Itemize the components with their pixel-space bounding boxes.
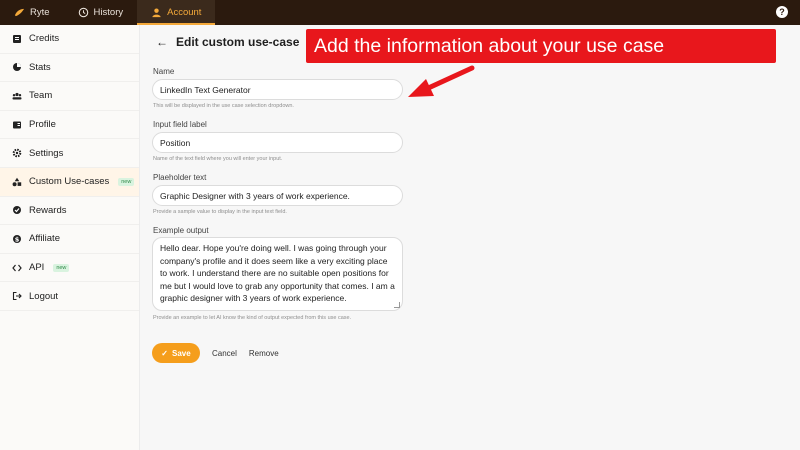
tab-account-label: Account	[167, 7, 202, 18]
sidebar-item-custom-use-cases[interactable]: Custom Use-cases new	[0, 167, 139, 197]
dollar-icon: $	[12, 234, 22, 244]
name-hint: This will be displayed in the use case s…	[153, 103, 294, 109]
resize-handle[interactable]	[394, 302, 400, 308]
rewards-icon	[12, 205, 22, 215]
tab-ryte-label: Ryte	[30, 7, 50, 18]
sidebar-item-label: API	[29, 262, 45, 274]
example-output-text: Hello dear. Hope you're doing well. I wa…	[160, 243, 395, 303]
tab-ryte[interactable]: Ryte	[0, 0, 64, 25]
svg-text:$: $	[15, 235, 20, 243]
sidebar-item-affiliate[interactable]: $ Affiliate	[0, 225, 139, 254]
new-badge: new	[53, 263, 70, 272]
profile-icon	[12, 120, 22, 130]
sidebar-item-rewards[interactable]: Rewards	[0, 197, 139, 226]
sidebar-item-stats[interactable]: Stats	[0, 54, 139, 83]
sidebar-item-label: Profile	[29, 119, 56, 131]
logout-icon	[12, 291, 22, 301]
tab-account[interactable]: Account	[137, 0, 216, 25]
credits-icon	[12, 34, 22, 44]
save-button-label: Save	[172, 348, 191, 358]
annotation-callout: Add the information about your use case	[306, 29, 776, 63]
gear-icon	[12, 148, 22, 158]
sidebar-item-profile[interactable]: Profile	[0, 111, 139, 140]
sidebar-item-credits[interactable]: Credits	[0, 25, 139, 54]
tab-history-label: History	[93, 7, 124, 18]
check-icon: ✓	[161, 348, 168, 358]
help-icon[interactable]: ?	[776, 6, 788, 18]
sidebar-item-label: Team	[29, 90, 53, 102]
cancel-button[interactable]: Cancel	[212, 349, 237, 358]
sidebar-item-label: Credits	[29, 33, 60, 45]
sidebar-item-label: Custom Use-cases	[29, 176, 110, 188]
sidebar-item-team[interactable]: Team	[0, 82, 139, 111]
form-actions: ✓ Save Cancel Remove	[152, 343, 279, 363]
sidebar-item-api[interactable]: API new	[0, 254, 139, 283]
team-icon	[12, 91, 22, 101]
input-field-label-field[interactable]: Position	[152, 132, 403, 153]
input-field-label-hint: Name of the text field where you will en…	[153, 156, 283, 162]
annotation-arrow-icon	[408, 65, 475, 97]
top-navigation-bar: Ryte History Account ?	[0, 0, 800, 25]
sidebar-item-label: Logout	[29, 290, 59, 302]
placeholder-text-label: Plaeholder text	[153, 173, 207, 182]
remove-button[interactable]: Remove	[249, 349, 279, 358]
shapes-icon	[12, 177, 22, 187]
user-icon	[152, 8, 161, 18]
tab-history[interactable]: History	[64, 0, 138, 25]
code-icon	[12, 263, 22, 273]
back-arrow-icon[interactable]: ←	[156, 35, 168, 49]
input-field-label-label: Input field label	[153, 120, 207, 129]
sidebar-item-logout[interactable]: Logout	[0, 282, 139, 311]
example-output-hint: Provide an example to let AI know the ki…	[153, 315, 352, 321]
sidebar-item-label: Stats	[29, 61, 51, 73]
clock-icon	[78, 7, 88, 18]
name-label: Name	[153, 67, 175, 76]
sidebar-item-label: Settings	[29, 147, 64, 159]
quill-logo-icon	[14, 8, 25, 17]
sidebar-item-label: Affiliate	[29, 233, 60, 245]
new-badge: new	[118, 177, 135, 186]
sidebar-item-label: Rewards	[29, 204, 67, 216]
name-field[interactable]: LinkedIn Text Generator	[152, 79, 403, 100]
pie-chart-icon	[12, 62, 22, 72]
placeholder-text-hint: Provide a sample value to display in the…	[153, 209, 287, 215]
page-title: Edit custom use-case	[176, 35, 300, 49]
page-header: ← Edit custom use-case	[156, 35, 299, 49]
example-output-textarea[interactable]: Hello dear. Hope you're doing well. I wa…	[152, 237, 403, 311]
save-button[interactable]: ✓ Save	[152, 343, 200, 363]
example-output-label: Example output	[153, 226, 209, 235]
placeholder-text-field[interactable]: Graphic Designer with 3 years of work ex…	[152, 185, 403, 206]
sidebar: Credits Stats Team Profile Settings Cust…	[0, 25, 140, 450]
sidebar-item-settings[interactable]: Settings	[0, 139, 139, 168]
